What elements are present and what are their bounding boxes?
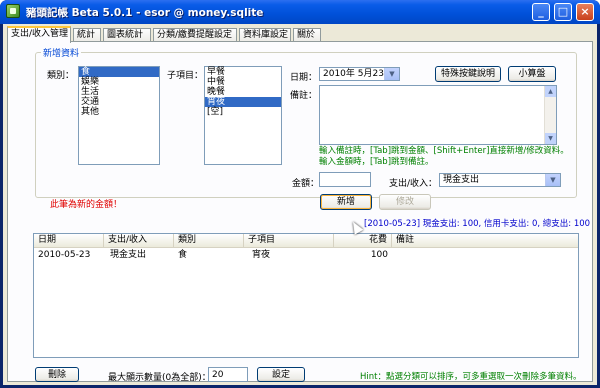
maximize-button[interactable]: □ bbox=[554, 3, 572, 21]
delete-button[interactable]: 刪除 bbox=[35, 367, 79, 382]
daily-summary: [2010-05-23] 現金支出: 100, 信用卡支出: 0, 總支出: 1… bbox=[364, 219, 591, 229]
date-value: 2010年 5月23日 bbox=[323, 69, 393, 79]
footer-hint: Hint：點選分類可以排序，可多重選取一次刪除多筆資料。 bbox=[360, 372, 582, 382]
set-button[interactable]: 設定 bbox=[257, 367, 305, 382]
max-rows-input[interactable]: 20 bbox=[208, 367, 248, 382]
add-button[interactable]: 新增 bbox=[320, 194, 372, 210]
group-title: 新增資料 bbox=[41, 46, 82, 59]
records-grid[interactable]: 日期 支出/收入 類別 子項目 花費 備註 2010-05-23 現金支出 食 … bbox=[33, 233, 579, 358]
note-textarea[interactable]: ▲ ▼ bbox=[319, 85, 557, 145]
chevron-down-icon[interactable]: ▼ bbox=[384, 68, 399, 80]
minimize-button[interactable]: _ bbox=[532, 3, 550, 21]
date-label: 日期： bbox=[290, 73, 318, 83]
chevron-down-icon[interactable]: ▼ bbox=[545, 174, 560, 186]
column-header-note[interactable]: 備註 bbox=[392, 234, 579, 248]
new-entry-warning: 此筆為新的金額！ bbox=[50, 200, 123, 210]
date-picker[interactable]: 2010年 5月23日 ▼ bbox=[319, 67, 400, 81]
cell-cost: 100 bbox=[370, 250, 388, 260]
cell-subitem: 宵夜 bbox=[252, 250, 271, 260]
list-item[interactable]: 交通 bbox=[79, 97, 159, 107]
app-window: 豬頭記帳 Beta 5.0.1 - esor @ money.sqlite _ … bbox=[0, 0, 600, 388]
calculator-button[interactable]: 小算盤 bbox=[508, 66, 556, 82]
cell-date: 2010-05-23 bbox=[38, 250, 91, 260]
list-item[interactable]: 食 bbox=[79, 67, 159, 77]
type-value: 現金支出 bbox=[443, 175, 480, 185]
type-label: 支出/收入： bbox=[389, 179, 438, 189]
column-header-subitem[interactable]: 子項目 bbox=[244, 234, 334, 248]
app-icon bbox=[6, 4, 20, 18]
title-bar[interactable]: 豬頭記帳 Beta 5.0.1 - esor @ money.sqlite _ … bbox=[0, 0, 600, 24]
window-title: 豬頭記帳 Beta 5.0.1 - esor @ money.sqlite bbox=[26, 7, 264, 19]
category-label: 類別： bbox=[47, 71, 75, 81]
tab-category-reminder-settings[interactable]: 分類/繳費提醒設定 bbox=[153, 28, 237, 42]
list-item[interactable]: [空] bbox=[205, 107, 281, 117]
list-item[interactable]: 中餐 bbox=[205, 77, 281, 87]
tab-database-settings[interactable]: 資料庫設定 bbox=[239, 28, 291, 42]
list-item[interactable]: 其他 bbox=[79, 107, 159, 117]
scroll-down-icon[interactable]: ▼ bbox=[545, 133, 556, 144]
special-keys-button[interactable]: 特殊按鍵說明 bbox=[435, 66, 501, 82]
tab-panel: 新增資料 類別： 食 娛樂 生活 交通 其他 子項目： 早餐 中餐 晚餐 宵夜 … bbox=[7, 41, 593, 383]
tab-about[interactable]: 關於 bbox=[293, 28, 321, 42]
close-button[interactable]: × bbox=[576, 3, 594, 21]
amount-input[interactable] bbox=[319, 172, 371, 187]
max-rows-value: 20 bbox=[212, 370, 224, 380]
list-item[interactable]: 娛樂 bbox=[79, 77, 159, 87]
column-header-cost[interactable]: 花費 bbox=[334, 234, 392, 248]
client-area: 支出/收入管理 統計 圖表統計 分類/繳費提醒設定 資料庫設定 關於 新增資料 … bbox=[3, 24, 597, 385]
subitem-label: 子項目： bbox=[167, 71, 204, 81]
hint-note: 輸入備註時，[Tab]跳到金額、[Shift+Enter]直接新增/修改資料。 bbox=[319, 146, 569, 156]
list-item[interactable]: 宵夜 bbox=[205, 97, 281, 107]
scroll-up-icon[interactable]: ▲ bbox=[545, 86, 556, 97]
column-header-category[interactable]: 類別 bbox=[174, 234, 244, 248]
list-item[interactable]: 早餐 bbox=[205, 67, 281, 77]
grid-header: 日期 支出/收入 類別 子項目 花費 備註 bbox=[34, 234, 578, 248]
note-scrollbar[interactable]: ▲ ▼ bbox=[544, 86, 556, 144]
note-label: 備註： bbox=[290, 91, 318, 101]
column-header-type[interactable]: 支出/收入 bbox=[104, 234, 174, 248]
tab-statistics[interactable]: 統計 bbox=[73, 28, 101, 42]
amount-label: 金額： bbox=[292, 179, 320, 189]
list-item[interactable]: 生活 bbox=[79, 87, 159, 97]
max-rows-label: 最大顯示數量(0為全部)： bbox=[108, 373, 211, 383]
tab-chart-statistics[interactable]: 圖表統計 bbox=[103, 28, 151, 42]
cell-category: 食 bbox=[178, 250, 188, 260]
hint-amount: 輸入金額時，[Tab]跳到備註。 bbox=[319, 157, 434, 167]
type-select[interactable]: 現金支出 ▼ bbox=[439, 173, 561, 187]
list-item[interactable]: 晚餐 bbox=[205, 87, 281, 97]
tab-expense-income[interactable]: 支出/收入管理 bbox=[7, 26, 71, 43]
column-header-date[interactable]: 日期 bbox=[34, 234, 104, 248]
edit-button[interactable]: 修改 bbox=[379, 194, 431, 210]
category-listbox[interactable]: 食 娛樂 生活 交通 其他 bbox=[78, 66, 160, 165]
subitem-listbox[interactable]: 早餐 中餐 晚餐 宵夜 [空] bbox=[204, 66, 282, 165]
cell-type: 現金支出 bbox=[110, 250, 147, 260]
